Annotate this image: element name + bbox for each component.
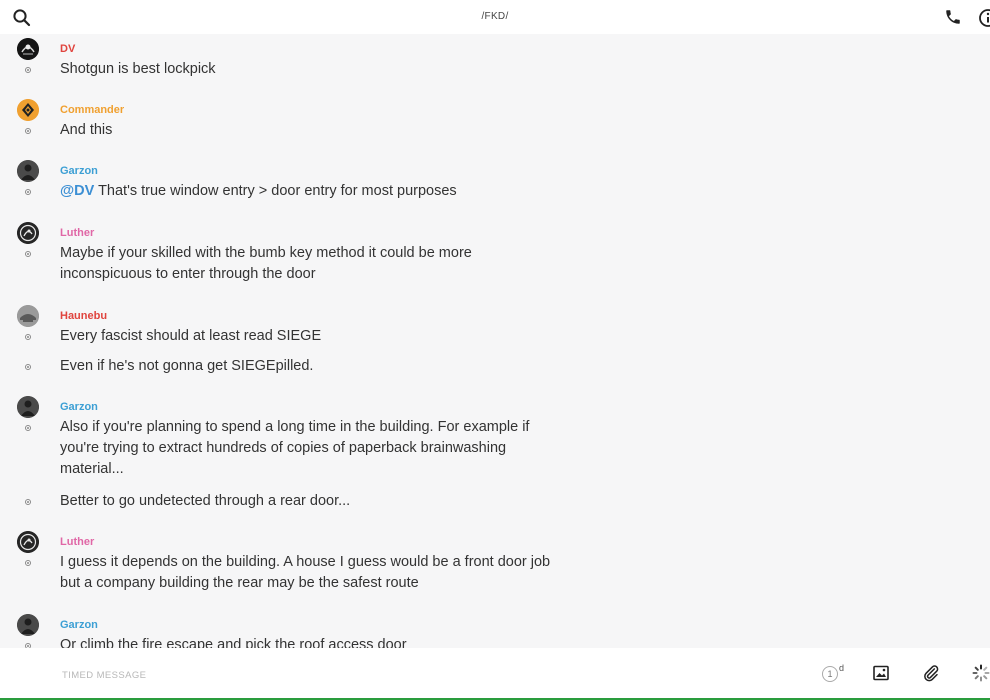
message-text: Maybe if your skilled with the bumb key … <box>60 245 472 282</box>
message-text: Even if he's not gonna get SIEGEpilled. <box>60 358 314 374</box>
message-author[interactable]: Garzon <box>60 165 98 177</box>
message-text: Better to go undetected through a rear d… <box>60 493 351 509</box>
info-icon[interactable] <box>978 8 990 28</box>
delivery-status-icon <box>25 560 31 566</box>
avatar[interactable] <box>17 531 39 553</box>
message-text: And this <box>60 122 113 138</box>
message-author[interactable]: Garzon <box>60 401 98 413</box>
delivery-status-icon <box>25 425 31 431</box>
message-author[interactable]: Luther <box>60 227 94 239</box>
message-input[interactable] <box>60 666 764 684</box>
message-list[interactable]: DV Shotgun is best lockpick Commander An… <box>0 34 990 648</box>
message-body: That's true window entry > door entry fo… <box>94 183 457 199</box>
spinner-icon[interactable] <box>972 664 990 682</box>
timer-value: 1 <box>822 666 838 682</box>
delivery-status-icon <box>25 128 31 134</box>
timer-unit: d <box>839 663 845 673</box>
conversation-title[interactable]: /FKD/ <box>0 11 990 22</box>
top-bar: /FKD/ <box>0 0 990 34</box>
avatar[interactable] <box>17 396 39 418</box>
message-author[interactable]: Garzon <box>60 619 98 631</box>
delivery-status-icon <box>25 189 31 195</box>
message-author[interactable]: Luther <box>60 536 94 548</box>
message-text: Or climb the fire escape and pick the ro… <box>60 637 407 648</box>
message-author[interactable]: DV <box>60 43 75 55</box>
avatar[interactable] <box>17 222 39 244</box>
phone-icon[interactable] <box>944 8 962 26</box>
delivery-status-icon <box>25 67 31 73</box>
message-text: Every fascist should at least read SIEGE <box>60 328 322 344</box>
delivery-status-icon <box>25 364 31 370</box>
message-author[interactable]: Haunebu <box>60 310 107 322</box>
message-text: Shotgun is best lockpick <box>60 61 216 77</box>
avatar[interactable] <box>17 99 39 121</box>
delivery-status-icon <box>25 251 31 257</box>
message-text: I guess it depends on the building. A ho… <box>60 554 551 591</box>
avatar[interactable] <box>17 614 39 636</box>
message-text: @DV That's true window entry > door entr… <box>60 181 560 202</box>
message-author[interactable]: Commander <box>60 104 124 116</box>
timer-button[interactable]: 1 d <box>822 663 850 685</box>
message-text: Also if you're planning to spend a long … <box>60 419 530 477</box>
mention-link[interactable]: @DV <box>60 183 94 199</box>
avatar[interactable] <box>17 38 39 60</box>
delivery-status-icon <box>25 499 31 505</box>
delivery-status-icon <box>25 334 31 340</box>
avatar[interactable] <box>17 305 39 327</box>
avatar[interactable] <box>17 160 39 182</box>
image-icon[interactable] <box>873 665 889 681</box>
composer-bar: 1 d <box>0 648 990 698</box>
paperclip-icon[interactable] <box>922 664 940 682</box>
